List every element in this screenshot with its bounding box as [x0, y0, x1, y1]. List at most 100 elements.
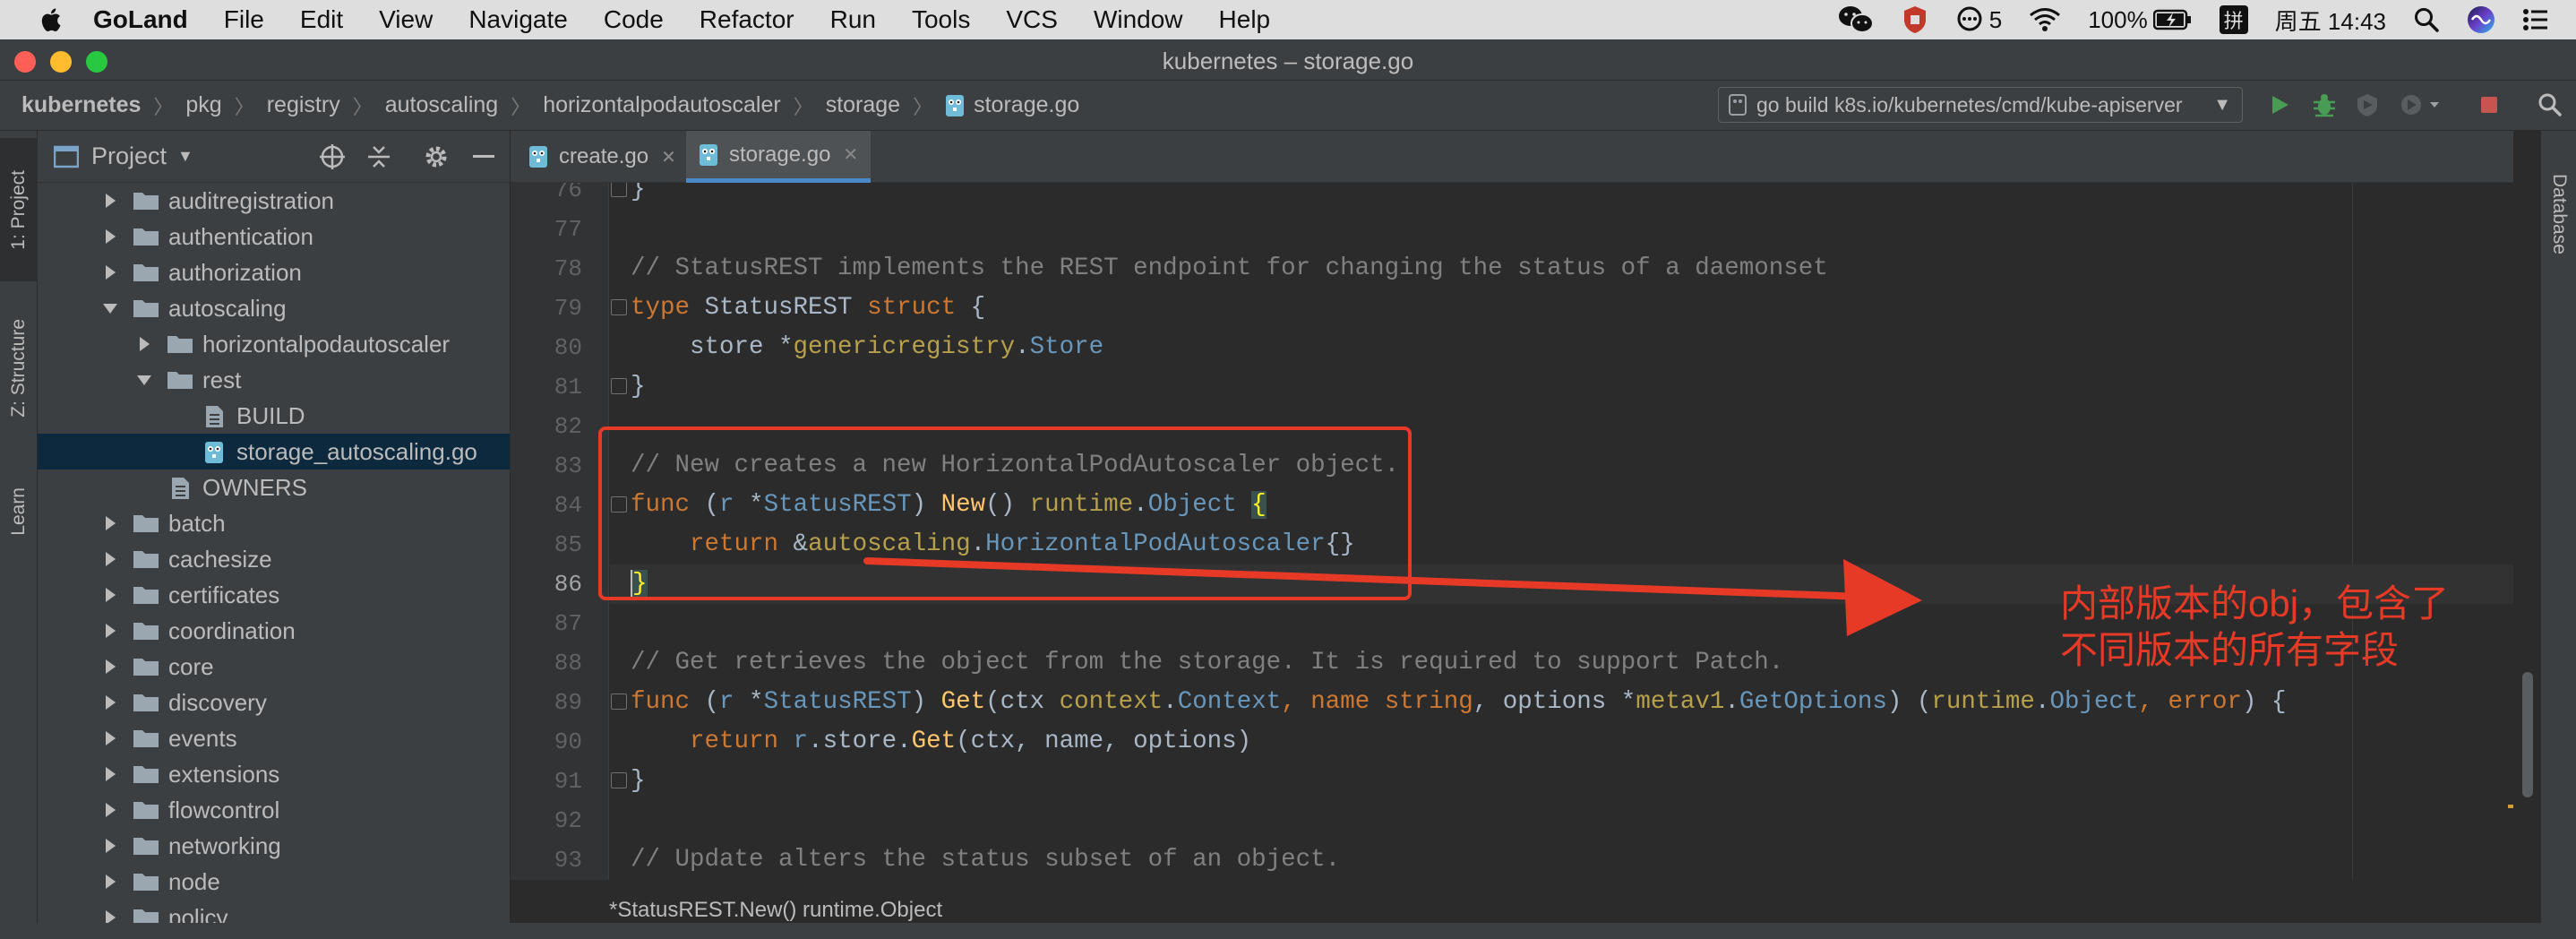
project-tree-item-autoscaling[interactable]: autoscaling — [38, 290, 510, 326]
fold-marker-icon[interactable] — [611, 772, 627, 788]
project-tree-item-core[interactable]: core — [38, 649, 510, 685]
wechat-icon[interactable] — [1837, 4, 1875, 35]
fold-marker-icon[interactable] — [611, 183, 627, 197]
project-tree-item-authentication[interactable]: authentication — [38, 219, 510, 254]
collapse-all-icon[interactable] — [365, 143, 392, 177]
notification-badge[interactable]: 5 — [1955, 5, 2002, 34]
collapsed-arrow-icon[interactable] — [134, 334, 154, 354]
menu-help[interactable]: Help — [1219, 5, 1271, 34]
annotation-text: 内部版本的obj，包含了 不同版本的所有字段 — [2060, 581, 2526, 674]
menu-refactor[interactable]: Refactor — [700, 5, 794, 34]
search-everywhere-button[interactable] — [2535, 90, 2565, 120]
collapsed-arrow-icon[interactable] — [100, 513, 120, 533]
tool-tab-project[interactable]: 1: Project — [0, 138, 38, 281]
tool-tab-learn[interactable]: Learn — [0, 462, 38, 561]
folder-icon — [133, 835, 159, 857]
project-tree-item-node[interactable]: node — [38, 864, 510, 900]
collapsed-arrow-icon[interactable] — [100, 693, 120, 712]
collapsed-arrow-icon[interactable] — [100, 227, 120, 246]
collapsed-arrow-icon[interactable] — [100, 549, 120, 569]
menu-edit[interactable]: Edit — [300, 5, 343, 34]
settings-gear-icon[interactable] — [423, 143, 450, 177]
warning-stripe-marker[interactable] — [2508, 805, 2513, 808]
breadcrumb-horizontalpodautoscaler[interactable]: horizontalpodautoscaler — [543, 92, 780, 118]
menu-file[interactable]: File — [224, 5, 264, 34]
close-tab-icon[interactable]: ✕ — [843, 143, 858, 166]
locate-file-icon[interactable] — [319, 143, 346, 177]
menu-app-name[interactable]: GoLand — [93, 5, 188, 34]
run-button[interactable] — [2264, 90, 2295, 120]
chevron-down-icon[interactable]: ▼ — [177, 147, 193, 166]
editor-tab-storage-go[interactable]: storage.go ✕ — [686, 131, 872, 183]
collapsed-arrow-icon[interactable] — [100, 585, 120, 605]
close-tab-icon[interactable]: ✕ — [661, 146, 676, 168]
breadcrumb-registry[interactable]: registry — [267, 92, 340, 118]
editor-tab-create-go[interactable]: create.go ✕ — [528, 131, 676, 183]
project-tree-item-extensions[interactable]: extensions — [38, 756, 510, 792]
project-tree-item-storage-autoscaling-go[interactable]: storage_autoscaling.go — [38, 434, 510, 470]
project-tree-item-owners[interactable]: OWNERS — [38, 470, 510, 505]
project-tree-item-auditregistration[interactable]: auditregistration — [38, 183, 510, 219]
menu-code[interactable]: Code — [604, 5, 664, 34]
project-view-selector[interactable]: Project — [91, 142, 167, 170]
run-configuration-selector[interactable]: go build k8s.io/kubernetes/cmd/kube-apis… — [1718, 87, 2243, 123]
menu-bar-clock[interactable]: 周五 14:43 — [2275, 4, 2386, 37]
collapsed-arrow-icon[interactable] — [100, 191, 120, 211]
expanded-arrow-icon[interactable] — [100, 298, 120, 318]
collapsed-arrow-icon[interactable] — [100, 800, 120, 820]
stop-button[interactable] — [2474, 90, 2504, 120]
breadcrumb-project[interactable]: kubernetes — [21, 92, 141, 118]
project-tree-item-cachesize[interactable]: cachesize — [38, 541, 510, 577]
menu-run[interactable]: Run — [830, 5, 876, 34]
tool-tab-structure[interactable]: Z: Structure — [0, 292, 38, 444]
breadcrumb-pkg[interactable]: pkg — [185, 92, 221, 118]
code-line-76: } — [631, 183, 646, 210]
project-tree-item-networking[interactable]: networking — [38, 828, 510, 864]
collapsed-arrow-icon[interactable] — [100, 836, 120, 856]
menu-view[interactable]: View — [379, 5, 433, 34]
breadcrumb-file[interactable]: storage.go — [945, 92, 1079, 118]
project-tree-label: networking — [168, 831, 281, 859]
project-tree-item-certificates[interactable]: certificates — [38, 577, 510, 613]
run-with-coverage-button[interactable] — [2352, 90, 2383, 120]
collapsed-arrow-icon[interactable] — [100, 872, 120, 892]
breadcrumb-storage[interactable]: storage — [826, 92, 900, 118]
battery-status[interactable]: 100% — [2088, 6, 2193, 34]
project-tree-item-horizontalpodautoscaler[interactable]: horizontalpodautoscaler — [38, 326, 510, 362]
collapsed-arrow-icon[interactable] — [100, 728, 120, 748]
editor-scrollbar[interactable] — [2522, 672, 2533, 797]
spotlight-search-icon[interactable] — [2413, 6, 2440, 33]
security-app-icon[interactable] — [1902, 4, 1928, 35]
editor-gutter[interactable]: 76 77 78 79 80 81 82 83 84 85 86 87 88 8… — [511, 183, 609, 880]
profile-button[interactable] — [2397, 90, 2445, 120]
collapsed-arrow-icon[interactable] — [100, 263, 120, 282]
menu-tools[interactable]: Tools — [912, 5, 970, 34]
fold-marker-icon[interactable] — [611, 378, 627, 394]
debug-button[interactable] — [2309, 90, 2340, 120]
apple-logo-icon[interactable] — [38, 6, 63, 33]
project-tree-item-coordination[interactable]: coordination — [38, 613, 510, 649]
menu-window[interactable]: Window — [1094, 5, 1183, 34]
hide-panel-icon[interactable] — [473, 155, 494, 158]
project-tree-item-flowcontrol[interactable]: flowcontrol — [38, 792, 510, 828]
input-method-indicator[interactable]: 拼 — [2219, 5, 2248, 34]
menu-vcs[interactable]: VCS — [1006, 5, 1058, 34]
siri-icon[interactable] — [2467, 5, 2495, 34]
collapsed-arrow-icon[interactable] — [100, 657, 120, 676]
collapsed-arrow-icon[interactable] — [100, 764, 120, 784]
expanded-arrow-icon[interactable] — [134, 370, 154, 390]
fold-marker-icon[interactable] — [611, 299, 627, 315]
project-tree-item-discovery[interactable]: discovery — [38, 685, 510, 720]
wifi-icon[interactable] — [2029, 7, 2061, 32]
project-tree-item-events[interactable]: events — [38, 720, 510, 756]
project-tree-item-batch[interactable]: batch — [38, 505, 510, 541]
project-tree-item-rest[interactable]: rest — [38, 362, 510, 398]
menu-navigate[interactable]: Navigate — [468, 5, 568, 34]
fold-marker-icon[interactable] — [611, 693, 627, 710]
breadcrumb-autoscaling[interactable]: autoscaling — [385, 92, 498, 118]
tool-tab-database[interactable]: Database — [2541, 147, 2576, 281]
control-center-icon[interactable] — [2522, 8, 2549, 31]
project-tree-item-build[interactable]: BUILD — [38, 398, 510, 434]
project-tree-item-authorization[interactable]: authorization — [38, 254, 510, 290]
collapsed-arrow-icon[interactable] — [100, 621, 120, 641]
